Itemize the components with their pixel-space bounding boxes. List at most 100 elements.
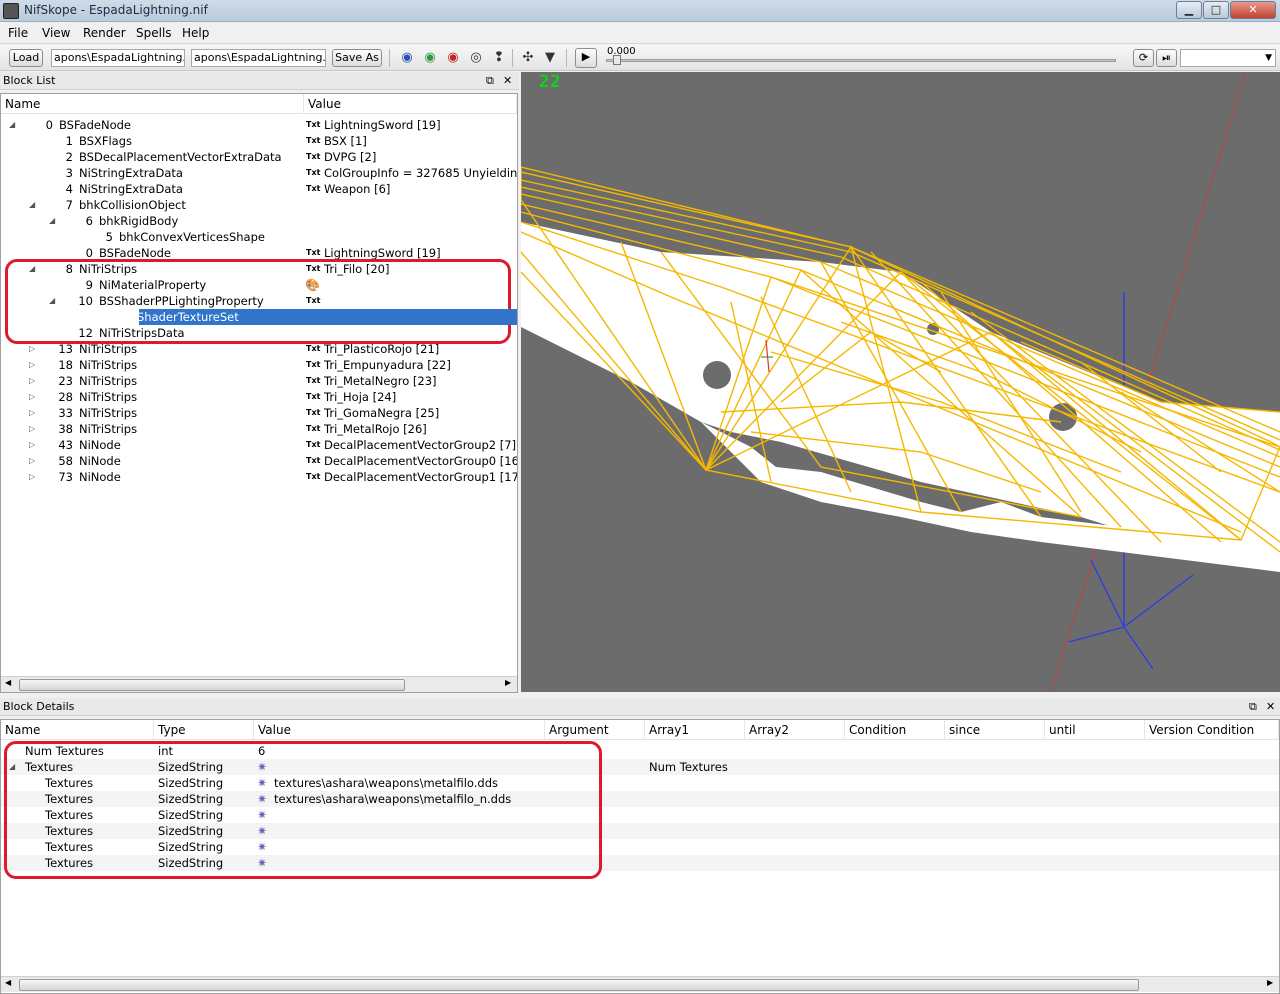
dropdown-icon[interactable]: ▼ [542, 50, 558, 66]
expand-arrow-icon[interactable]: ▷ [29, 373, 39, 389]
block-list-row[interactable]: ▷ 23 NiTriStrips Txt Tri_MetalNegro [23] [1, 373, 517, 389]
animation-select[interactable]: ▼ [1180, 49, 1276, 67]
expand-arrow-icon[interactable]: ▷ [29, 437, 39, 453]
menu-view[interactable]: View [42, 26, 70, 40]
header-condition[interactable]: Condition [845, 720, 945, 740]
save-as-button[interactable]: Save As [332, 49, 382, 67]
block-list-row[interactable]: 3 NiStringExtraData Txt ColGroupInfo = 3276… [1, 165, 517, 181]
block-list-hscroll[interactable]: ◀ ▶ [1, 676, 517, 692]
block-list-row[interactable]: ◢ 7 bhkCollisionObject [1, 197, 517, 213]
close-pane-icon[interactable]: ✕ [1266, 698, 1275, 716]
block-details-hscroll[interactable]: ◀ ▶ [1, 976, 1279, 992]
block-value: DecalPlacementVectorGroup1 [17] [324, 470, 518, 484]
block-list-row[interactable]: ▷ 43 NiNode Txt DecalPlacementVectorGroup2 [… [1, 437, 517, 453]
switch-button[interactable]: ⏯ [1156, 49, 1177, 67]
float-icon[interactable]: ⧉ [1249, 698, 1257, 716]
close-pane-icon[interactable]: ✕ [503, 72, 512, 90]
scroll-right-icon[interactable]: ▶ [1267, 978, 1273, 987]
loop-button[interactable]: ⟳ [1133, 49, 1154, 67]
minimize-button[interactable]: ▁ [1176, 1, 1202, 19]
scroll-left-icon[interactable]: ◀ [5, 978, 11, 987]
collapse-arrow-icon[interactable]: ◢ [49, 213, 59, 229]
block-value: Tri_Empunyadura [22] [324, 358, 451, 372]
chevron-down-icon: ▼ [1265, 53, 1272, 63]
menu-bar: File View Render Spells Help [0, 22, 1280, 44]
block-list-row[interactable]: ▷ 28 NiTriStrips Txt Tri_Hoja [24] [1, 389, 517, 405]
time-slider[interactable] [606, 59, 1116, 62]
menu-file[interactable]: File [8, 26, 28, 40]
block-list-row[interactable]: 5 bhkConvexVerticesShape [1, 229, 517, 245]
header-array2[interactable]: Array2 [745, 720, 845, 740]
header-until[interactable]: until [1045, 720, 1145, 740]
collapse-arrow-icon[interactable]: ◢ [9, 117, 19, 133]
expand-arrow-icon[interactable]: ▷ [29, 405, 39, 421]
block-list-row[interactable]: ◢ 0 BSFadeNode Txt LightningSword [19] [1, 117, 517, 133]
close-button[interactable]: ✕ [1230, 1, 1276, 19]
block-name: NiNode [79, 470, 121, 484]
block-value: ColGroupInfo = 327685 Unyielding = [324, 166, 518, 180]
menu-help[interactable]: Help [182, 26, 209, 40]
expand-arrow-icon[interactable]: ▷ [29, 357, 39, 373]
block-details-header: Name Type Value Argument Array1 Array2 C… [1, 720, 1279, 740]
header-value[interactable]: Value [304, 94, 517, 114]
block-name: NiTriStrips [79, 374, 138, 388]
collapse-arrow-icon[interactable]: ◢ [29, 197, 39, 213]
highlight-annotation [4, 741, 602, 879]
scroll-right-icon[interactable]: ▶ [505, 678, 511, 687]
header-since[interactable]: since [945, 720, 1045, 740]
header-value[interactable]: Value [254, 720, 545, 740]
eye-red-icon[interactable]: ◉ [445, 50, 461, 66]
scroll-left-icon[interactable]: ◀ [5, 678, 11, 687]
block-list-row[interactable]: ▷ 33 NiTriStrips Txt Tri_GomaNegra [25] [1, 405, 517, 421]
footprint-icon[interactable]: ❢ [491, 50, 507, 66]
switch-icon: ⏯ [1162, 51, 1171, 64]
block-list-row[interactable]: ▷ 73 NiNode Txt DecalPlacementVectorGroup1 [… [1, 469, 517, 485]
txt-icon: Txt [306, 440, 321, 449]
load-button[interactable]: Load [9, 49, 43, 67]
header-argument[interactable]: Argument [545, 720, 645, 740]
header-name[interactable]: Name [1, 94, 304, 114]
block-list-scroll-thumb[interactable] [19, 679, 405, 691]
header-array1[interactable]: Array1 [645, 720, 745, 740]
time-slider-handle[interactable] [613, 55, 621, 65]
viewport-scene [521, 72, 1280, 692]
block-list-row[interactable]: 2 BSDecalPlacementVectorExtraData Txt DVPG … [1, 149, 517, 165]
block-list-row[interactable]: ▷ 18 NiTriStrips Txt Tri_Empunyadura [22] [1, 357, 517, 373]
block-index: 5 [105, 230, 113, 244]
axis-icon[interactable]: ✣ [520, 50, 536, 66]
block-list-view[interactable]: Name Value ◢ 0 BSFadeNode Txt LightningSword… [0, 93, 518, 693]
header-type[interactable]: Type [154, 720, 254, 740]
block-index: 7 [65, 198, 73, 212]
block-name: NiTriStrips [79, 422, 138, 436]
block-value: DecalPlacementVectorGroup0 [16] [324, 454, 518, 468]
block-list-row[interactable]: ▷ 38 NiTriStrips Txt Tri_MetalRojo [26] [1, 421, 517, 437]
header-version-condition[interactable]: Version Condition [1145, 720, 1279, 740]
load-path-field[interactable]: apons\EspadaLightning.nif [51, 49, 185, 67]
expand-arrow-icon[interactable]: ▷ [29, 421, 39, 437]
eye-outline-icon[interactable]: ◎ [468, 50, 484, 66]
block-list-row[interactable]: 11 BSShaderTextureSet [1, 309, 517, 325]
block-value: Tri_Hoja [24] [324, 390, 397, 404]
block-details-scroll-thumb[interactable] [19, 979, 1139, 991]
block-index: 43 [58, 438, 73, 452]
block-value: Tri_MetalRojo [26] [324, 422, 427, 436]
render-viewport[interactable]: 22 [521, 72, 1280, 692]
float-icon[interactable]: ⧉ [486, 72, 494, 90]
expand-arrow-icon[interactable]: ▷ [29, 469, 39, 485]
menu-render[interactable]: Render [83, 26, 126, 40]
expand-arrow-icon[interactable]: ▷ [29, 453, 39, 469]
header-name[interactable]: Name [1, 720, 154, 740]
block-list-row[interactable]: ◢ 6 bhkRigidBody [1, 213, 517, 229]
block-name: BSShaderTextureSet [122, 310, 239, 324]
eye-green-icon[interactable]: ◉ [422, 50, 438, 66]
eye-blue-icon[interactable]: ◉ [399, 50, 415, 66]
expand-arrow-icon[interactable]: ▷ [29, 389, 39, 405]
block-list-row[interactable]: 4 NiStringExtraData Txt Weapon [6] [1, 181, 517, 197]
maximize-button[interactable]: □ [1203, 1, 1229, 19]
txt-icon: Txt [306, 136, 321, 145]
block-list-row[interactable]: ▷ 58 NiNode Txt DecalPlacementVectorGroup0 [… [1, 453, 517, 469]
menu-spells[interactable]: Spells [136, 26, 172, 40]
block-list-row[interactable]: 1 BSXFlags Txt BSX [1] [1, 133, 517, 149]
save-path-field[interactable]: apons\EspadaLightning.nif [191, 49, 326, 67]
play-button[interactable]: ▶ [575, 48, 597, 68]
